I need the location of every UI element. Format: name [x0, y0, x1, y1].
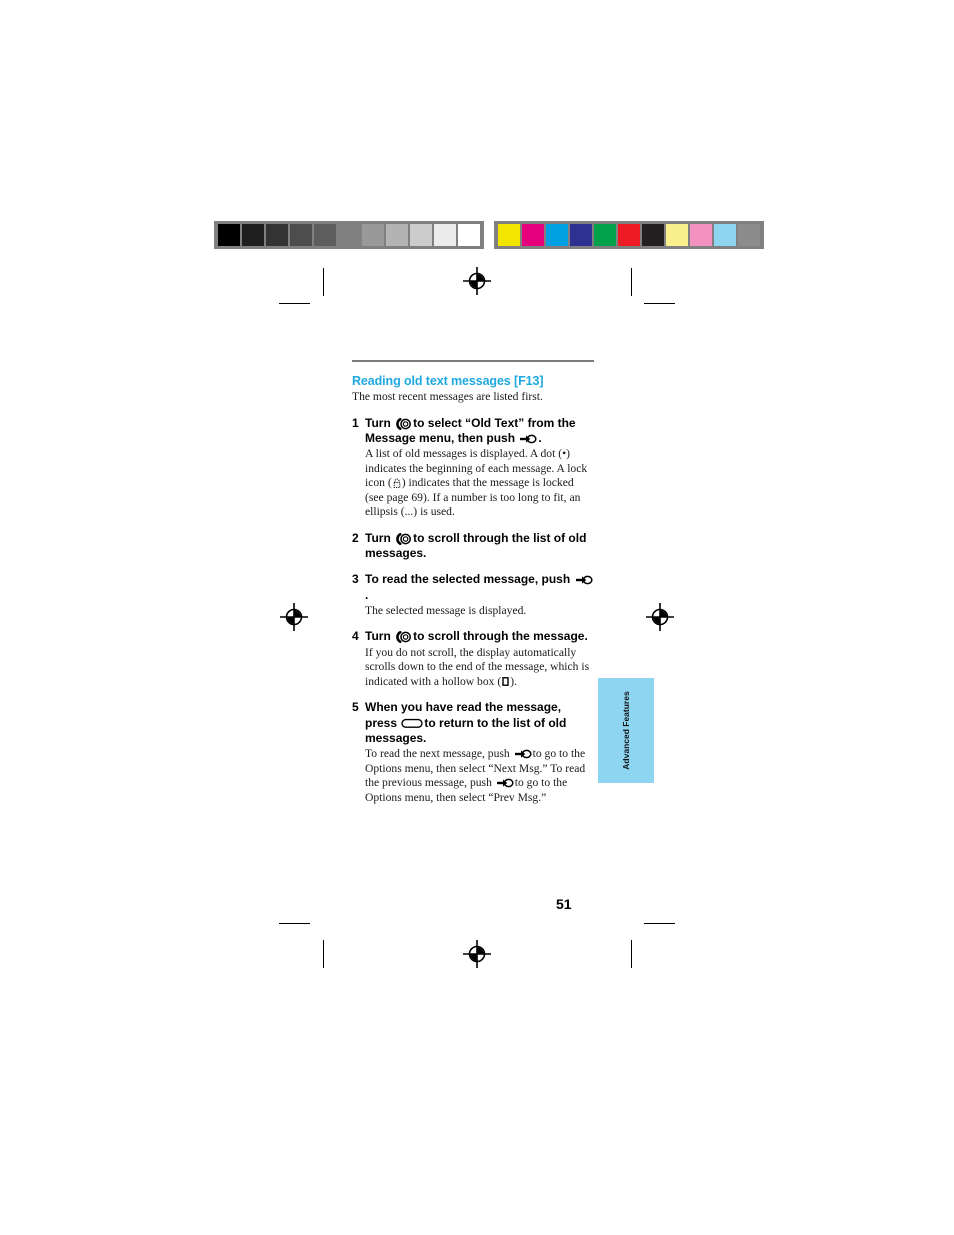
step-description: If you do not scroll, the display automa… [365, 645, 590, 688]
page-content: Reading old text messages [F13] The most… [352, 360, 594, 805]
step-number: 4 [352, 629, 359, 644]
step-title-text: Turn [365, 530, 395, 545]
calibration-swatch [738, 224, 760, 246]
step-number: 2 [352, 530, 359, 545]
calibration-swatch [458, 224, 480, 246]
calibration-swatch [690, 224, 712, 246]
crop-mark-bottom-right-vertical [631, 940, 632, 968]
step-desc-text: To read the next message, push [365, 746, 513, 760]
section-intro-text: The most recent messages are listed firs… [352, 390, 543, 403]
jog-dial-push-icon [519, 433, 537, 445]
color-calibration-bar [494, 221, 764, 249]
step-title-text: To read the selected message, push [365, 572, 574, 587]
step-number: 1 [352, 415, 359, 430]
instruction-step-4: 4 Turn to scroll through the message. If… [352, 629, 594, 689]
step-title: Turn to scroll through the list of old m… [365, 531, 594, 561]
calibration-swatch [570, 224, 592, 246]
step-description: A list of old messages is displayed. A d… [365, 447, 588, 519]
instruction-step-3: 3 To read the selected message, push . T… [352, 572, 594, 618]
crop-mark-bottom-right-horizontal [644, 923, 675, 924]
back-button-icon [401, 718, 424, 729]
step-title-text: Turn [365, 415, 395, 430]
calibration-swatch [498, 224, 520, 246]
calibration-swatch [642, 224, 664, 246]
jog-dial-turn-icon [395, 417, 412, 430]
step-number: 3 [352, 572, 359, 587]
calibration-swatch [594, 224, 616, 246]
grayscale-calibration-bar [214, 221, 484, 249]
step-title: Turn to scroll through the message. [365, 629, 594, 644]
jog-dial-turn-icon [395, 532, 412, 545]
step-title-text: Turn [365, 629, 395, 644]
calibration-swatch [242, 224, 264, 246]
step-title: Turn to select “Old Text” from the Messa… [365, 416, 594, 446]
step-description: To read the next message, push to go to … [365, 747, 594, 805]
section-side-tab: Advanced Features [598, 678, 654, 783]
jog-dial-push-icon [496, 777, 514, 789]
step-title: When you have read the message, press to… [365, 700, 594, 746]
instruction-step-5: 5 When you have read the message, press … [352, 700, 594, 805]
registration-mark-left [279, 602, 309, 632]
calibration-swatch [714, 224, 736, 246]
jog-dial-turn-icon [395, 631, 412, 644]
step-title-text-3: . [538, 430, 542, 445]
jog-dial-push-icon [514, 748, 532, 760]
crop-mark-top-left-vertical [323, 268, 324, 296]
page-number: 51 [556, 896, 572, 912]
hollow-box-icon [502, 676, 509, 686]
calibration-swatch [386, 224, 408, 246]
crop-mark-bottom-left-vertical [323, 940, 324, 968]
calibration-swatch [290, 224, 312, 246]
instruction-step-2: 2 Turn to scroll through the list of old… [352, 531, 594, 561]
crop-mark-top-right-horizontal [644, 303, 675, 304]
calibration-swatch [618, 224, 640, 246]
calibration-swatch [266, 224, 288, 246]
step-number: 5 [352, 700, 359, 715]
calibration-swatch [522, 224, 544, 246]
calibration-swatch [410, 224, 432, 246]
calibration-swatch [666, 224, 688, 246]
jog-dial-push-icon [575, 574, 593, 586]
instruction-step-1: 1 Turn to select “Old Text” from the Mes… [352, 416, 594, 520]
step-title-text-2: to scroll through the message. [413, 629, 588, 644]
calibration-swatch [362, 224, 384, 246]
calibration-swatch [338, 224, 360, 246]
calibration-swatch [546, 224, 568, 246]
lock-icon [393, 478, 401, 489]
registration-mark-right [645, 602, 675, 632]
step-description: The selected message is displayed. [365, 603, 527, 617]
step-title: To read the selected message, push . [365, 572, 594, 602]
side-tab-label: Advanced Features [621, 691, 631, 770]
crop-mark-top-left-horizontal [279, 303, 310, 304]
page-title: Reading old text messages [F13] [352, 374, 544, 388]
crop-mark-top-right-vertical [631, 268, 632, 296]
calibration-swatch [434, 224, 456, 246]
step-title-text-2: . [365, 587, 369, 602]
section-divider-rule [352, 360, 594, 362]
calibration-swatch [218, 224, 240, 246]
registration-mark-bottom [462, 939, 492, 969]
calibration-swatch [314, 224, 336, 246]
crop-mark-bottom-left-horizontal [279, 923, 310, 924]
registration-mark-top [462, 266, 492, 296]
